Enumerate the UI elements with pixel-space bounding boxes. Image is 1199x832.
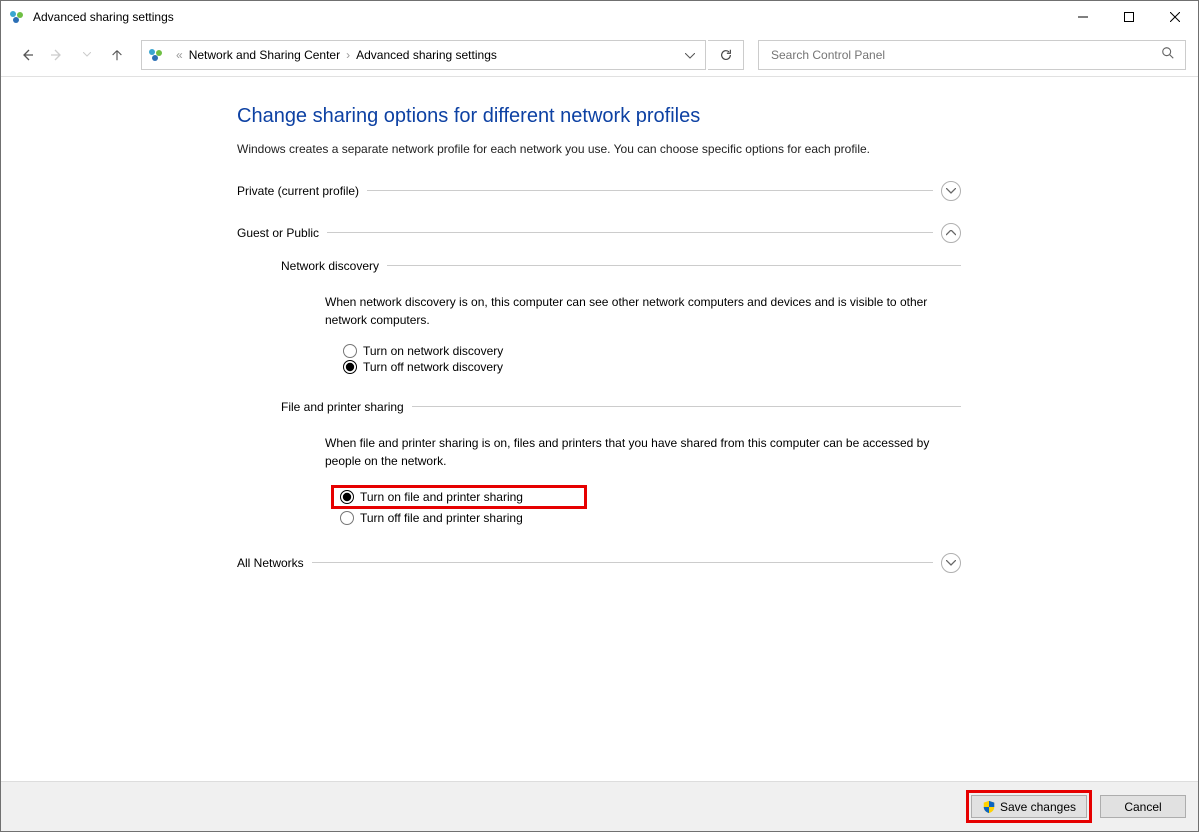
refresh-button[interactable]: [708, 40, 744, 70]
collapse-guest-button[interactable]: [941, 223, 961, 243]
divider: [367, 190, 933, 191]
expand-private-button[interactable]: [941, 181, 961, 201]
highlight-save: Save changes: [966, 790, 1092, 823]
chevron-down-icon: [946, 188, 956, 194]
expand-all-button[interactable]: [941, 553, 961, 573]
divider: [412, 406, 961, 407]
file-printer-title: File and printer sharing: [281, 400, 404, 414]
title-bar: Advanced sharing settings: [1, 1, 1198, 33]
radio-fp-on-input[interactable]: [340, 490, 354, 504]
section-private[interactable]: Private (current profile): [237, 181, 961, 201]
radio-nd-off[interactable]: Turn off network discovery: [343, 360, 961, 374]
control-panel-icon: [148, 47, 164, 63]
divider: [387, 265, 961, 266]
section-guest-label: Guest or Public: [237, 226, 319, 240]
content-area: Change sharing options for different net…: [1, 79, 1198, 781]
radio-nd-on[interactable]: Turn on network discovery: [343, 344, 961, 358]
cancel-label: Cancel: [1124, 800, 1161, 814]
search-box[interactable]: [758, 40, 1186, 70]
file-printer-desc: When file and printer sharing is on, fil…: [325, 434, 961, 471]
highlight-fp-on: Turn on file and printer sharing: [331, 485, 587, 509]
radio-fp-off-input[interactable]: [340, 511, 354, 525]
page-intro: Windows creates a separate network profi…: [237, 140, 961, 159]
radio-nd-off-label[interactable]: Turn off network discovery: [363, 360, 503, 374]
section-private-label: Private (current profile): [237, 184, 359, 198]
network-discovery-desc: When network discovery is on, this compu…: [325, 293, 961, 330]
up-button[interactable]: [103, 41, 131, 69]
recent-dropdown-icon[interactable]: [73, 41, 101, 69]
breadcrumb-item-2[interactable]: Advanced sharing settings: [356, 48, 497, 62]
window-title: Advanced sharing settings: [33, 10, 174, 24]
app-icon: [9, 9, 25, 25]
chevron-up-icon: [946, 230, 956, 236]
radio-fp-off[interactable]: Turn off file and printer sharing: [340, 511, 961, 525]
section-all-networks[interactable]: All Networks: [237, 553, 961, 573]
uac-shield-icon: [982, 800, 996, 814]
minimize-button[interactable]: [1060, 1, 1106, 33]
divider: [327, 232, 933, 233]
section-guest-public[interactable]: Guest or Public: [237, 223, 961, 243]
breadcrumb[interactable]: « Network and Sharing Center › Advanced …: [141, 40, 706, 70]
breadcrumb-dropdown[interactable]: [679, 48, 701, 62]
radio-fp-off-label[interactable]: Turn off file and printer sharing: [360, 511, 523, 525]
breadcrumb-overflow[interactable]: «: [176, 48, 183, 62]
forward-button[interactable]: [43, 41, 71, 69]
network-discovery-header: Network discovery: [281, 259, 961, 273]
divider: [312, 562, 933, 563]
network-discovery-title: Network discovery: [281, 259, 379, 273]
maximize-button[interactable]: [1106, 1, 1152, 33]
chevron-right-icon: ›: [346, 48, 350, 62]
page-heading: Change sharing options for different net…: [237, 105, 961, 128]
search-icon: [1161, 46, 1175, 63]
footer: Save changes Cancel: [1, 781, 1198, 831]
file-printer-header: File and printer sharing: [281, 400, 961, 414]
cancel-button[interactable]: Cancel: [1100, 795, 1186, 818]
save-label: Save changes: [1000, 800, 1076, 814]
back-button[interactable]: [13, 41, 41, 69]
breadcrumb-item-1[interactable]: Network and Sharing Center: [189, 48, 340, 62]
radio-nd-on-input[interactable]: [343, 344, 357, 358]
chevron-down-icon: [946, 560, 956, 566]
save-changes-button[interactable]: Save changes: [971, 795, 1087, 818]
radio-fp-on-label[interactable]: Turn on file and printer sharing: [360, 490, 523, 504]
radio-nd-off-input[interactable]: [343, 360, 357, 374]
navigation-bar: « Network and Sharing Center › Advanced …: [1, 33, 1198, 77]
radio-nd-on-label[interactable]: Turn on network discovery: [363, 344, 503, 358]
close-button[interactable]: [1152, 1, 1198, 33]
section-all-label: All Networks: [237, 556, 304, 570]
search-input[interactable]: [769, 47, 1161, 63]
